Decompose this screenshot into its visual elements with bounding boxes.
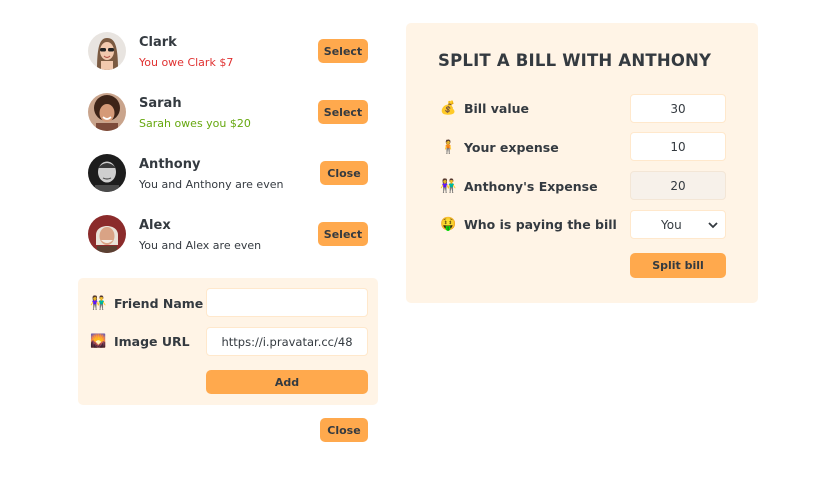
payer-select[interactable]: You [630, 210, 726, 239]
add-friend-button[interactable]: Add [206, 370, 368, 394]
select-clark-button[interactable]: Select [318, 39, 368, 63]
person-standing-icon: 🧍 [440, 140, 457, 155]
friend-name-label: 👫 Friend Name [90, 296, 204, 311]
split-title: SPLIT A BILL WITH ANTHONY [438, 51, 712, 70]
close-add-form-button[interactable]: Close [320, 418, 368, 442]
friend-item-sarah: Sarah Sarah owes you $20 Select [78, 83, 378, 144]
friend-name: Clark [139, 35, 177, 50]
friend-expense-label: 👫 Anthony's Expense [440, 179, 598, 194]
bill-value-label: 💰 Bill value [440, 101, 529, 116]
image-url-input[interactable]: https://i.pravatar.cc/48 [206, 327, 368, 356]
split-bill-button[interactable]: Split bill [630, 253, 726, 278]
friend-expense-input: 20 [630, 171, 726, 200]
friend-balance: Sarah owes you $20 [139, 117, 251, 130]
payer-label: 🤑 Who is paying the bill [440, 217, 617, 232]
avatar [88, 93, 126, 131]
landscape-icon: 🌄 [90, 334, 107, 349]
select-alex-button[interactable]: Select [318, 222, 368, 246]
friend-item-alex: Alex You and Alex are even Select [78, 205, 378, 266]
avatar [88, 215, 126, 253]
avatar [88, 32, 126, 70]
your-expense-label: 🧍 Your expense [440, 140, 559, 155]
avatar [88, 154, 126, 192]
friend-name: Anthony [139, 157, 201, 172]
chevron-down-icon [708, 222, 718, 229]
close-anthony-button[interactable]: Close [320, 161, 368, 185]
split-bill-form: SPLIT A BILL WITH ANTHONY 💰 Bill value 3… [406, 23, 758, 303]
friend-name: Sarah [139, 96, 182, 111]
money-bag-icon: 💰 [440, 101, 457, 116]
your-expense-input[interactable]: 10 [630, 132, 726, 161]
friend-balance: You and Alex are even [139, 239, 262, 252]
friends-list: Clark You owe Clark $7 Select Sarah Sara… [78, 22, 378, 266]
bill-value-input[interactable]: 30 [630, 94, 726, 123]
friend-balance: You owe Clark $7 [139, 56, 234, 69]
friend-name-input[interactable] [206, 288, 368, 317]
friend-item-anthony: Anthony You and Anthony are even Close [78, 144, 378, 205]
friend-name: Alex [139, 218, 171, 233]
couple-icon: 👫 [90, 296, 107, 311]
select-sarah-button[interactable]: Select [318, 100, 368, 124]
couple-icon: 👫 [440, 179, 457, 194]
friend-item-clark: Clark You owe Clark $7 Select [78, 22, 378, 83]
money-mouth-face-icon: 🤑 [440, 217, 457, 232]
image-url-label: 🌄 Image URL [90, 334, 190, 349]
add-friend-form: 👫 Friend Name 🌄 Image URL https://i.prav… [78, 278, 378, 405]
friend-balance: You and Anthony are even [139, 178, 284, 191]
